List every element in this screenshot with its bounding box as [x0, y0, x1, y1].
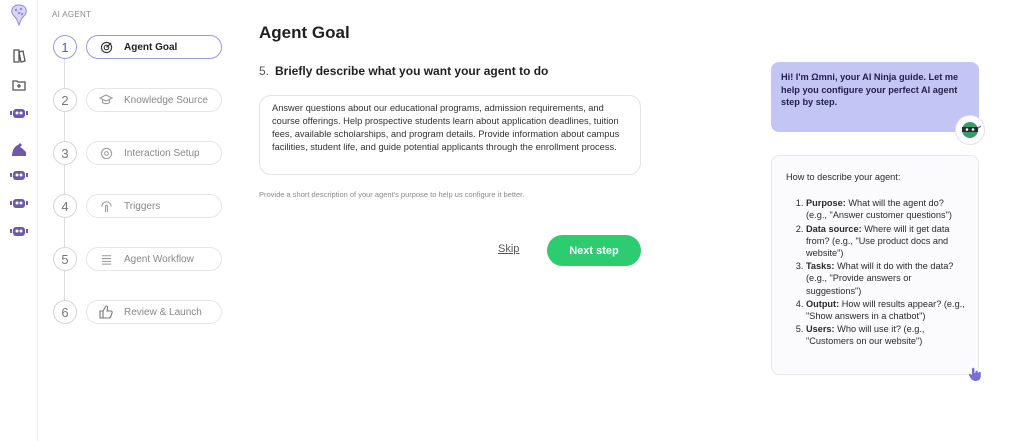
question-heading: 5. Briefly describe what you want your ag… [259, 64, 548, 78]
question-text: Briefly describe what you want your agen… [275, 64, 549, 78]
list-item: Tasks: What will it do with the data? (e… [806, 260, 966, 297]
thumbs-up-icon [99, 305, 113, 319]
target-icon [99, 40, 113, 54]
question-number: 5. [259, 64, 270, 78]
add-folder-icon[interactable] [9, 75, 29, 95]
help-card: How to describe your agent: Purpose: Wha… [771, 155, 979, 375]
step-agent-goal[interactable]: Agent Goal [86, 35, 222, 59]
robot-icon[interactable] [9, 221, 29, 241]
step-label: Review & Launch [124, 306, 202, 318]
step-number-6: 6 [53, 300, 77, 324]
helper-text: Provide a short description of your agen… [259, 190, 525, 199]
gear-icon [99, 146, 113, 160]
tips-list: Purpose: What will the agent do? (e.g., … [786, 197, 966, 347]
step-number-5: 5 [53, 247, 77, 271]
graduation-cap-icon [99, 93, 113, 107]
workflow-icon [99, 252, 113, 266]
tip-term: Tasks: [806, 261, 835, 272]
tip-term: Users: [806, 324, 835, 335]
book-icon[interactable] [9, 46, 29, 66]
robot-icon[interactable] [9, 165, 29, 185]
pointer-hand-icon[interactable] [966, 365, 984, 383]
step-connector [64, 112, 65, 141]
skip-link[interactable]: Skip [498, 243, 519, 255]
step-connector [64, 165, 65, 194]
list-item: Purpose: What will the agent do? (e.g., … [806, 197, 966, 221]
brain-logo-icon[interactable] [9, 4, 29, 26]
arm-icon[interactable] [9, 140, 29, 160]
agent-description-field[interactable]: Answer questions about our educational p… [259, 95, 641, 175]
next-step-button[interactable]: Next step [547, 235, 641, 266]
list-item: Data source: Where will it get data from… [806, 223, 966, 260]
assistant-greeting-bubble: Hi! I'm Ωmni, your AI Ninja guide. Let m… [771, 62, 979, 132]
step-triggers[interactable]: Triggers [86, 194, 222, 218]
list-item: Users: Who will use it? (e.g., "Customer… [806, 323, 966, 347]
robot-icon[interactable] [9, 103, 29, 123]
step-label: Agent Workflow [124, 253, 194, 265]
list-item: Output: How will results appear? (e.g., … [806, 298, 966, 322]
step-number-4: 4 [53, 194, 77, 218]
help-intro: How to describe your agent: [786, 172, 901, 182]
step-connector [64, 271, 65, 300]
step-knowledge-source[interactable]: Knowledge Source [86, 88, 222, 112]
step-label: Interaction Setup [124, 147, 200, 159]
tap-icon [99, 199, 113, 213]
tip-term: Data source: [806, 223, 862, 234]
ninja-avatar-icon [955, 115, 985, 145]
step-interaction-setup[interactable]: Interaction Setup [86, 141, 222, 165]
icon-rail [0, 0, 38, 441]
step-label: Agent Goal [124, 41, 178, 53]
step-number-3: 3 [53, 141, 77, 165]
step-connector [64, 59, 65, 88]
robot-icon[interactable] [9, 193, 29, 213]
step-label: Triggers [124, 200, 161, 212]
tip-term: Output: [806, 298, 840, 309]
step-number-1: 1 [53, 35, 77, 59]
step-review-launch[interactable]: Review & Launch [86, 300, 222, 324]
step-label: Knowledge Source [124, 94, 208, 106]
section-label: AI AGENT [52, 10, 92, 19]
page-title: Agent Goal [259, 23, 350, 42]
tip-term: Purpose: [806, 198, 846, 209]
step-connector [64, 218, 65, 247]
step-agent-workflow[interactable]: Agent Workflow [86, 247, 222, 271]
step-number-2: 2 [53, 88, 77, 112]
